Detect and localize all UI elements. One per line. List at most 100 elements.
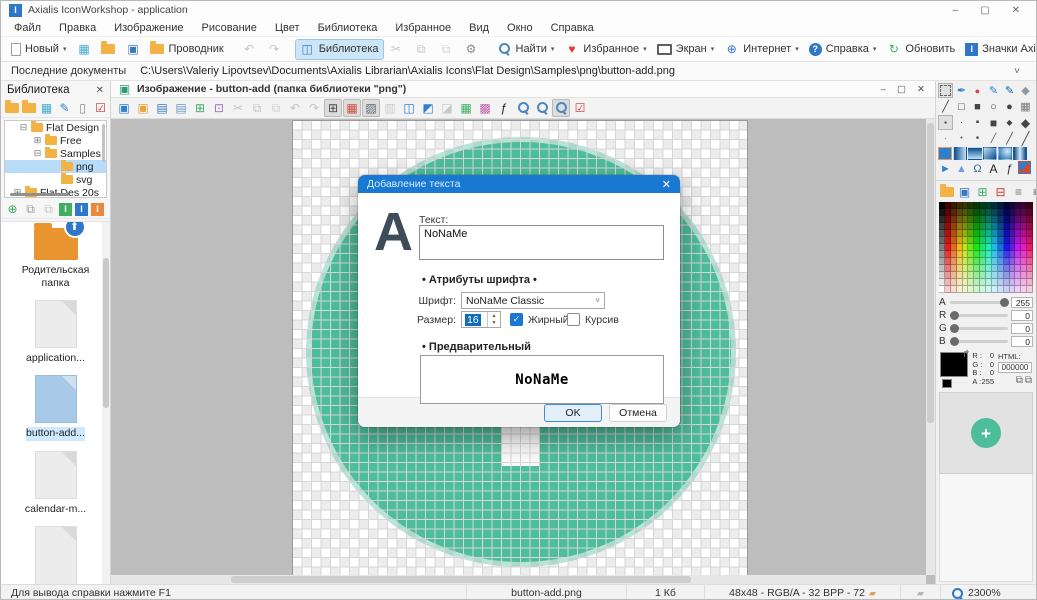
- download-icons-button[interactable]: ⊕: [5, 202, 20, 217]
- add-format-button[interactable]: ⊞: [191, 99, 209, 117]
- copy-file-button[interactable]: ⧉: [23, 202, 38, 217]
- brush-tool[interactable]: ✎: [1002, 83, 1017, 98]
- selection-crop-button[interactable]: ◪: [438, 99, 456, 117]
- secondary-color-swatch[interactable]: [942, 379, 952, 388]
- file-list-scroll-thumb[interactable]: [103, 258, 109, 408]
- tree-item-flat-design[interactable]: ⊟ Flat Design: [5, 121, 106, 134]
- spray-size-1[interactable]: ·: [938, 131, 953, 146]
- menu-window[interactable]: Окно: [498, 21, 542, 35]
- html-color-value[interactable]: 000000: [998, 362, 1032, 373]
- copy-button[interactable]: ⧉: [248, 99, 266, 117]
- palette-color-cell[interactable]: [1027, 244, 1033, 251]
- fill-gradient-horizontal[interactable]: [953, 147, 967, 160]
- line-tool[interactable]: ╱: [938, 99, 953, 114]
- tree-expander-icon[interactable]: ⊞: [33, 135, 42, 146]
- file-item-partial[interactable]: [1, 526, 110, 584]
- marquee-select-tool[interactable]: [938, 83, 953, 98]
- canvas-hscroll-thumb[interactable]: [231, 576, 691, 583]
- tree-item-flat-des-20s[interactable]: ⊞ Flat Des 20s: [5, 186, 106, 198]
- spin-up-icon[interactable]: ▲: [488, 312, 500, 320]
- maximize-button[interactable]: ▢: [980, 5, 989, 16]
- select-items-button[interactable]: ☑: [93, 101, 108, 116]
- save-palette-button[interactable]: ▣: [957, 184, 972, 199]
- slider-value[interactable]: 255: [1011, 297, 1033, 308]
- brush-size-4[interactable]: ■: [986, 115, 1001, 130]
- tree-expander-icon[interactable]: ⊟: [33, 148, 42, 159]
- fill-gradient-vertical[interactable]: [968, 147, 982, 160]
- new-button[interactable]: Новый ▾: [6, 39, 71, 60]
- zoom-in-button[interactable]: [514, 99, 532, 117]
- document-maximize-button[interactable]: ▢: [897, 84, 906, 95]
- copy-button[interactable]: ⧉: [409, 39, 434, 60]
- minimize-button[interactable]: –: [953, 5, 959, 16]
- green-slider[interactable]: G 0: [939, 322, 1033, 334]
- find-button[interactable]: Найти ▾: [492, 39, 560, 60]
- selection-resize-button[interactable]: ◩: [419, 99, 437, 117]
- palette-color-cell[interactable]: [1027, 258, 1033, 265]
- brush-diamond-small[interactable]: ◆: [1002, 115, 1017, 130]
- effects-tool-button[interactable]: ƒ: [1002, 161, 1017, 176]
- slider-value[interactable]: 0: [1011, 323, 1033, 334]
- copy-color-icon[interactable]: ⧉: [1016, 375, 1023, 386]
- tree-item-samples[interactable]: ⊟ Samples: [5, 147, 106, 160]
- new-icon-button[interactable]: ▣: [115, 99, 133, 117]
- filled-ellipse-tool[interactable]: ●: [1002, 99, 1017, 114]
- palette-menu-button[interactable]: ≡: [1029, 184, 1037, 199]
- slider-track[interactable]: [950, 340, 1008, 343]
- redo-button[interactable]: ↷: [305, 99, 323, 117]
- stripes-toggle-button[interactable]: ▨: [362, 99, 380, 117]
- filled-rectangle-tool[interactable]: ■: [970, 99, 985, 114]
- open-button[interactable]: [96, 39, 120, 60]
- screen-button[interactable]: Экран ▾: [652, 39, 720, 60]
- new-image-button[interactable]: ▣: [134, 99, 152, 117]
- tree-item-png[interactable]: png: [5, 160, 106, 173]
- palette-color-cell[interactable]: [1027, 272, 1033, 279]
- selection-tool-button[interactable]: ◫: [400, 99, 418, 117]
- pencil-tool[interactable]: ✎: [986, 83, 1001, 98]
- flip-vertical-button[interactable]: ▲: [954, 161, 969, 176]
- make-icon-blue-button[interactable]: I: [75, 203, 88, 216]
- canvas-vertical-scrollbar[interactable]: [926, 119, 935, 575]
- slash-size-1[interactable]: ╱: [986, 131, 1001, 146]
- effects-button[interactable]: ƒ: [495, 99, 513, 117]
- test-icon-button[interactable]: ☑: [571, 99, 589, 117]
- file-item-calendar[interactable]: calendar-m...: [1, 451, 110, 516]
- italic-checkbox[interactable]: [567, 313, 580, 326]
- paste-button[interactable]: ⧉: [267, 99, 285, 117]
- undo-button[interactable]: ↶: [286, 99, 304, 117]
- new-collection-button[interactable]: ▦: [39, 101, 54, 116]
- slider-value[interactable]: 0: [1011, 310, 1033, 321]
- bold-checkbox[interactable]: ✓: [510, 313, 523, 326]
- close-button[interactable]: ✕: [1012, 5, 1020, 16]
- undo-button[interactable]: ↶: [237, 39, 262, 60]
- eraser-tool[interactable]: ●: [970, 83, 985, 98]
- slider-track[interactable]: [950, 314, 1008, 317]
- brush-size-2[interactable]: ·: [954, 115, 969, 130]
- edit-item-button[interactable]: ✎: [57, 101, 72, 116]
- palette-color-cell[interactable]: [1027, 251, 1033, 258]
- palette-list-button[interactable]: ≡: [1011, 184, 1026, 199]
- cancel-button[interactable]: Отмена: [609, 404, 667, 422]
- brush-diamond-large[interactable]: ◆: [1018, 115, 1033, 130]
- recent-document-path[interactable]: C:\Users\Valeriy Lipovtsev\Documents\Axi…: [140, 65, 675, 77]
- axialis-icons-button[interactable]: I Значки Axialis: [960, 39, 1037, 60]
- dialog-close-icon[interactable]: ✕: [662, 178, 671, 191]
- slider-track[interactable]: [950, 327, 1008, 330]
- document-close-button[interactable]: ✕: [917, 84, 925, 95]
- add-color-button[interactable]: ⊞: [975, 184, 990, 199]
- transparency-toggle-button[interactable]: ▦: [343, 99, 361, 117]
- size-stepper[interactable]: 16 ▲ ▼: [461, 311, 501, 328]
- fill-gradient-mirror[interactable]: [1013, 147, 1027, 160]
- color-palette-button[interactable]: ▩: [476, 99, 494, 117]
- library-button[interactable]: ◫ Библиотека: [295, 39, 384, 60]
- slash-size-3[interactable]: ╱: [1018, 131, 1033, 146]
- dots-toggle-button[interactable]: ▥: [381, 99, 399, 117]
- brush-size-1[interactable]: ▪: [938, 115, 953, 130]
- file-list-scrollbar[interactable]: [102, 222, 110, 584]
- ok-button[interactable]: OK: [544, 404, 602, 422]
- slider-knob[interactable]: [950, 311, 959, 320]
- menu-color[interactable]: Цвет: [266, 21, 309, 35]
- make-icon-green-button[interactable]: I: [59, 203, 72, 216]
- save-as-button[interactable]: ▤: [172, 99, 190, 117]
- internet-button[interactable]: ⊕ Интернет ▾: [719, 39, 804, 60]
